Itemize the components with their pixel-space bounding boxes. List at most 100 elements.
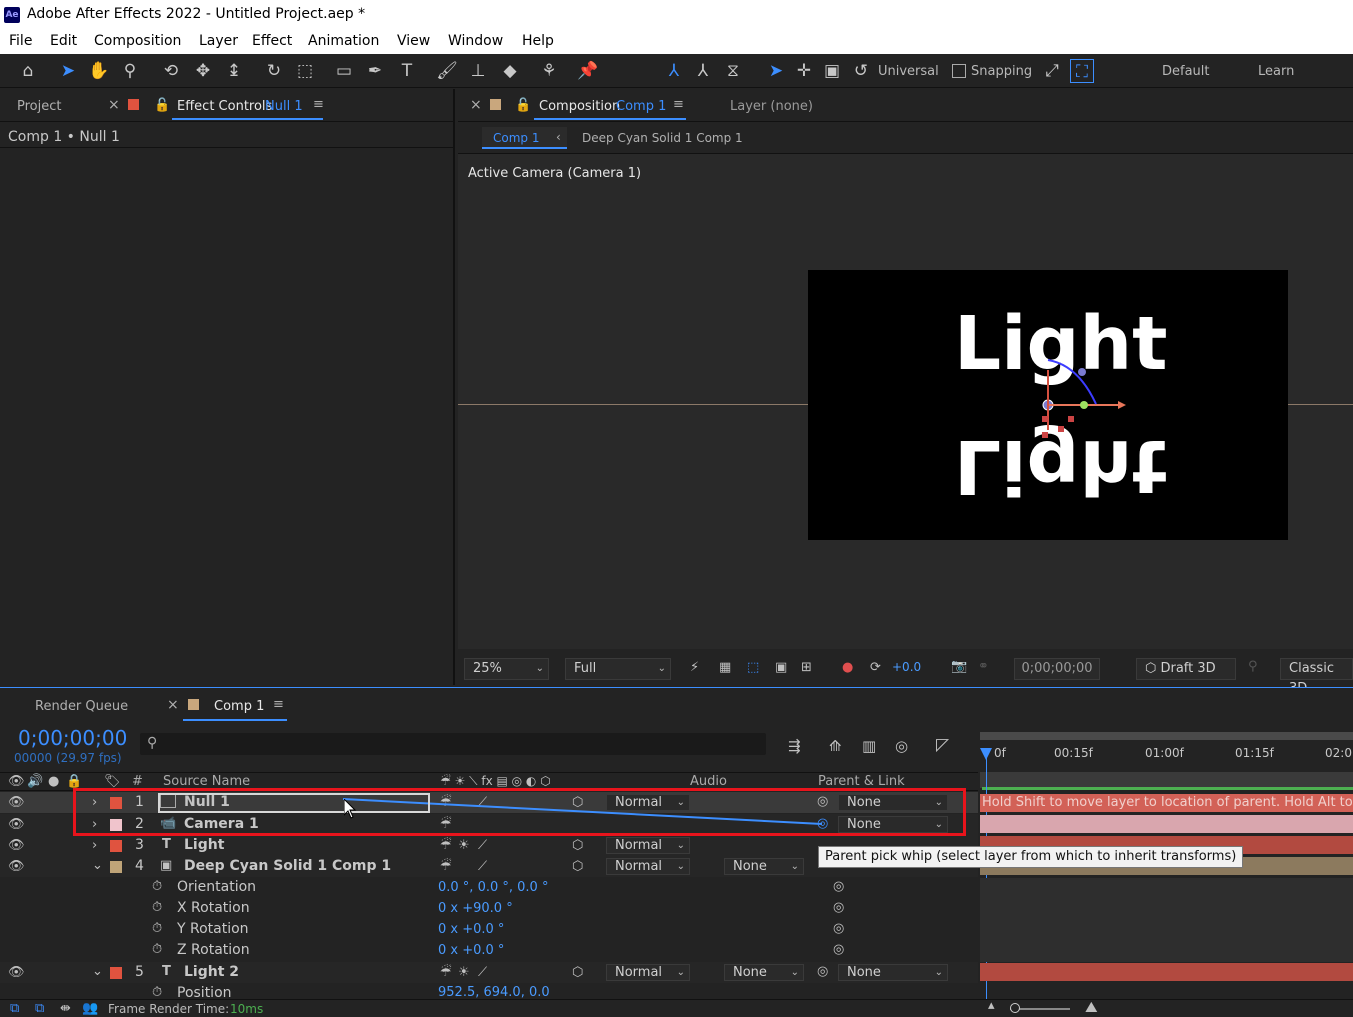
selection-tool-icon[interactable]: ➤: [56, 59, 80, 83]
timecode-field[interactable]: 0;00;00;00: [1014, 658, 1100, 680]
snapshot-icon[interactable]: 📷: [951, 659, 967, 674]
roto-brush-tool-icon[interactable]: ⚘: [537, 59, 561, 83]
comp-canvas[interactable]: Light Light: [808, 270, 1288, 540]
tab-project[interactable]: Project: [17, 99, 61, 114]
region-of-interest-icon[interactable]: ▣: [775, 660, 787, 675]
exposure-value[interactable]: +0.0: [892, 660, 921, 674]
resolution-value: Full: [574, 661, 597, 676]
snap-target-icon[interactable]: ⛶: [1070, 59, 1094, 83]
resolution-dropdown[interactable]: Full ⌄: [565, 658, 671, 680]
tab-composition[interactable]: Composition: [539, 99, 620, 114]
menu-help[interactable]: Help: [522, 33, 554, 49]
rotate-tool-icon[interactable]: ↻: [262, 59, 286, 83]
mouse-cursor-icon: [344, 799, 357, 819]
workspace-default[interactable]: Default: [1162, 64, 1210, 79]
dolly-tool-icon[interactable]: ↨: [222, 59, 246, 83]
pen-tool-icon[interactable]: ✒: [363, 59, 387, 83]
close-icon[interactable]: ×: [470, 97, 482, 113]
3d-view-icon[interactable]: ⚲: [1248, 659, 1258, 674]
ae-logo-icon: Ae: [4, 7, 20, 23]
close-icon[interactable]: ×: [108, 97, 120, 113]
menu-window[interactable]: Window: [448, 33, 503, 49]
renderer-button[interactable]: ⬡ Draft 3D: [1136, 658, 1236, 680]
orbit-tool-icon[interactable]: ⟲: [159, 59, 183, 83]
menu-bar: File Edit Composition Layer Effect Anima…: [0, 30, 1353, 54]
viewer-footer: 25% ⌄ Full ⌄ ⚡ ▦ ⬚ ▣ ⊞ ● ⟳ +0.0 📷 ⚭ 0;00;0…: [458, 649, 1353, 696]
comp-nav-current[interactable]: Comp 1 ‹: [482, 127, 567, 149]
cube-icon: ⬡: [1145, 661, 1161, 676]
zoom-slider-handle[interactable]: [1010, 1003, 1020, 1013]
3d-scale-icon[interactable]: ▣: [820, 59, 844, 83]
clone-stamp-tool-icon[interactable]: ⊥: [466, 59, 490, 83]
divider: [458, 121, 1353, 122]
rectangle-tool-icon[interactable]: ▭: [332, 59, 356, 83]
lock-icon[interactable]: 🔓: [515, 98, 531, 113]
snap-icon[interactable]: ⤢: [1040, 59, 1064, 83]
effect-target-name: Null 1: [265, 99, 303, 114]
ruler-tick: 00:15f: [1054, 746, 1093, 760]
ruler-tick: 02:0: [1325, 746, 1352, 760]
transparency-grid-icon[interactable]: ▦: [719, 660, 731, 675]
axis-mode-label[interactable]: Universal: [878, 64, 939, 79]
menu-effect[interactable]: Effect: [252, 33, 292, 49]
zoom-value: 25%: [473, 661, 502, 676]
viewer[interactable]: Active Camera (Camera 1) Light Light: [458, 154, 1353, 649]
lock-icon[interactable]: 🔓: [154, 98, 170, 113]
breadcrumb: Comp 1 • Null 1: [8, 129, 120, 145]
timeline-panel: Render Queue × Comp 1 ≡ 0;00;00;00 00000…: [0, 687, 1353, 1017]
workspace-learn[interactable]: Learn: [1258, 64, 1294, 79]
menu-edit[interactable]: Edit: [50, 33, 77, 49]
color-management-icon[interactable]: ⟳: [870, 660, 881, 675]
tooltip: Parent pick whip (select layer from whic…: [818, 846, 1244, 868]
status-hint: Hold Shift to move layer to location of …: [982, 795, 1353, 810]
zoom-in-icon[interactable]: ⛰: [1085, 998, 1098, 1016]
hand-tool-icon[interactable]: ✋: [87, 59, 111, 83]
puppet-pin-tool-icon[interactable]: 📌: [576, 59, 600, 83]
panel-menu-icon[interactable]: ≡: [673, 97, 684, 112]
renderer-mode-dropdown[interactable]: Classic 3D: [1280, 658, 1353, 696]
menu-composition[interactable]: Composition: [94, 33, 181, 49]
3d-move-icon[interactable]: ✛: [792, 59, 816, 83]
brush-tool-icon[interactable]: 🖌: [435, 59, 459, 83]
title-bar: Ae Adobe After Effects 2022 - Untitled P…: [0, 0, 1353, 30]
menu-layer[interactable]: Layer: [199, 33, 238, 49]
fast-preview-icon[interactable]: ⚡: [690, 660, 699, 675]
view-axis-icon[interactable]: ⧖: [721, 59, 745, 83]
grid-guides-icon[interactable]: ⊞: [801, 660, 812, 675]
3d-rotate-icon[interactable]: ↺: [849, 59, 873, 83]
panel-menu-icon[interactable]: ≡: [313, 97, 324, 112]
pan-tool-icon[interactable]: ✥: [191, 59, 215, 83]
mask-path-icon[interactable]: ⬚: [747, 660, 759, 675]
zoom-out-icon[interactable]: ▴: [988, 998, 995, 1013]
pan-behind-tool-icon[interactable]: ⬚: [293, 59, 317, 83]
type-tool-icon[interactable]: T: [395, 59, 419, 83]
ruler-tick: 0f: [994, 746, 1006, 760]
menu-file[interactable]: File: [9, 33, 32, 49]
composition-panel: × 🔓 Composition Comp 1 ≡ Layer (none) Co…: [458, 89, 1353, 696]
null-gizmo[interactable]: [1028, 340, 1128, 440]
home-icon[interactable]: ⌂: [16, 59, 40, 83]
snapping-checkbox[interactable]: [952, 64, 966, 78]
local-axis-icon[interactable]: ⅄: [662, 59, 686, 83]
layer-duration-bar[interactable]: Hold Shift to move layer to location of …: [980, 794, 1353, 812]
world-axis-icon[interactable]: ⅄: [691, 59, 715, 83]
zoom-tool-icon[interactable]: ⚲: [118, 59, 142, 83]
tab-layer[interactable]: Layer (none): [730, 99, 813, 114]
comp-nav-label: Comp 1: [493, 131, 540, 145]
menu-animation[interactable]: Animation: [308, 33, 379, 49]
viewer-label: Active Camera (Camera 1): [468, 166, 642, 181]
comp-tab-name: Comp 1: [616, 99, 667, 114]
layer-duration-bar[interactable]: [980, 815, 1353, 833]
comp-nav-sub[interactable]: Deep Cyan Solid 1 Comp 1: [582, 131, 743, 145]
3d-select-icon[interactable]: ➤: [764, 59, 788, 83]
time-ruler[interactable]: 0f 00:15f 01:00f 01:15f 02:0: [980, 744, 1353, 766]
tab-effect-controls[interactable]: Effect Controls: [177, 99, 272, 114]
ruler-tick: 01:15f: [1235, 746, 1274, 760]
work-area-bar[interactable]: [980, 732, 1353, 740]
layer-duration-bar[interactable]: [980, 963, 1353, 981]
menu-view[interactable]: View: [397, 33, 430, 49]
zoom-dropdown[interactable]: 25% ⌄: [464, 658, 549, 680]
show-snapshot-icon[interactable]: ⚭: [978, 659, 989, 674]
eraser-tool-icon[interactable]: ◆: [498, 59, 522, 83]
channels-icon[interactable]: ●: [842, 660, 853, 675]
